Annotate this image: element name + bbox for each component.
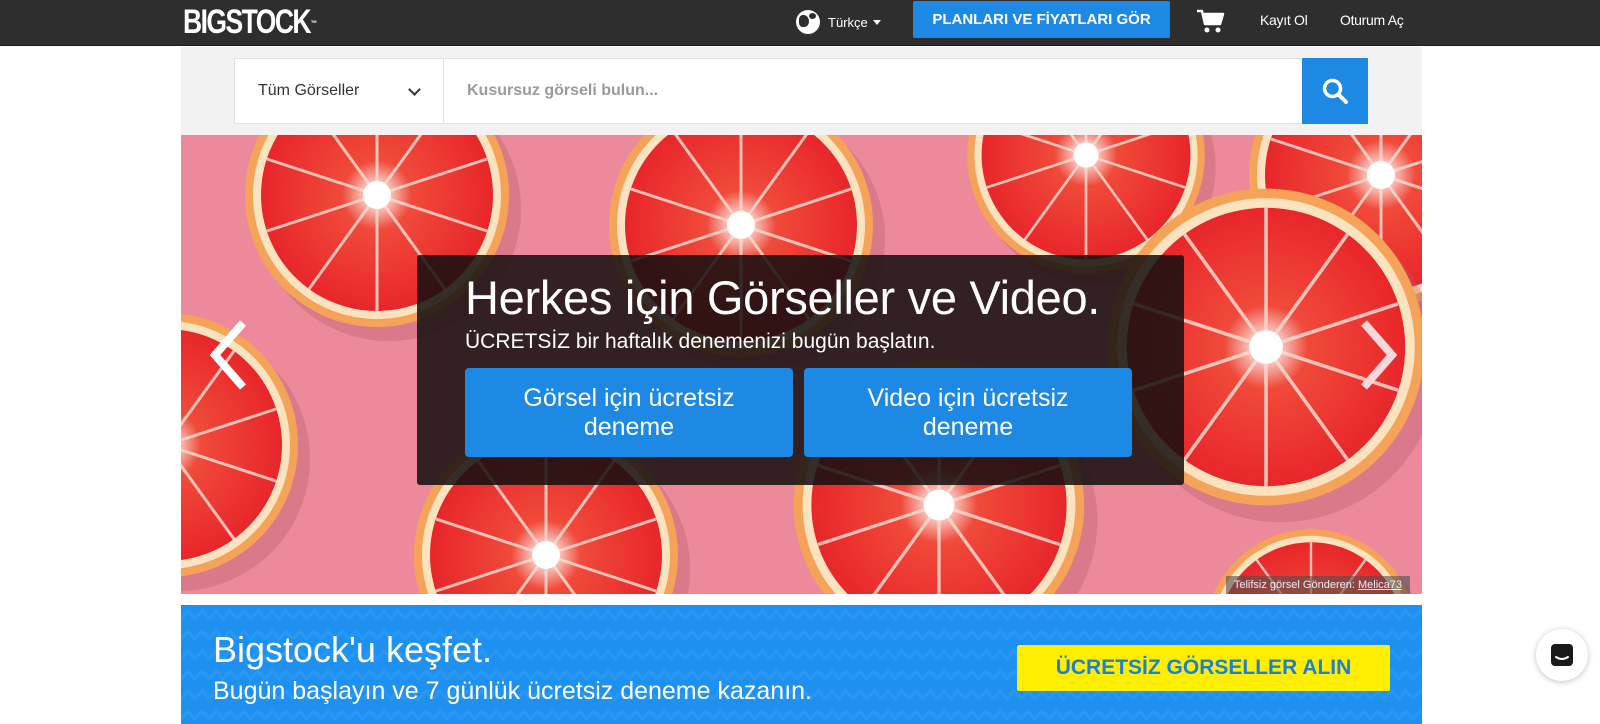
logo-trademark: ™ xyxy=(310,19,318,28)
search-button[interactable] xyxy=(1302,58,1368,124)
language-selector[interactable]: Türkçe xyxy=(796,10,881,34)
arrow-left-icon[interactable] xyxy=(205,315,255,395)
hero-banner: Herkes için Görseller ve Video. ÜCRETSİZ… xyxy=(181,135,1422,594)
plans-pricing-button[interactable]: PLANLARI VE FİYATLARI GÖR xyxy=(913,1,1170,38)
login-link[interactable]: Oturum Aç xyxy=(1340,12,1404,28)
cart-icon[interactable] xyxy=(1196,8,1226,34)
promo-banner: Bigstock'u keşfet. Bugün başlayın ve 7 g… xyxy=(181,605,1422,724)
search-input[interactable] xyxy=(444,59,1302,123)
language-label: Türkçe xyxy=(828,14,868,30)
caret-down-icon xyxy=(872,19,881,25)
promo-title: Bigstock'u keşfet. xyxy=(213,629,492,670)
globe-icon xyxy=(796,10,820,34)
category-select[interactable]: Tüm Görseller xyxy=(235,59,444,123)
image-credit: Telifsiz görsel Gönderen: Melica73 xyxy=(1225,576,1410,594)
image-credit-author-link[interactable]: Melica73 xyxy=(1358,579,1402,591)
signup-link[interactable]: Kayıt Ol xyxy=(1260,12,1308,28)
hero-callout: Herkes için Görseller ve Video. ÜCRETSİZ… xyxy=(417,255,1184,485)
chat-launcher-button[interactable] xyxy=(1536,629,1588,681)
hero-subtitle: ÜCRETSİZ bir haftalık denemenizi bugün b… xyxy=(465,330,936,353)
image-credit-text: Telifsiz görsel Gönderen: xyxy=(1233,579,1355,591)
logo-text: BIGSTOCK xyxy=(183,3,312,41)
image-trial-button[interactable]: Görsel için ücretsiz deneme xyxy=(465,368,793,457)
category-select-label: Tüm Görseller xyxy=(258,82,360,99)
arrow-right-icon[interactable] xyxy=(1352,315,1402,395)
chevron-down-icon xyxy=(408,82,421,96)
search-bar: Tüm Görseller xyxy=(234,58,1368,124)
hero-title: Herkes için Görseller ve Video. xyxy=(465,271,1101,324)
top-navbar: BIGSTOCK™ Türkçe PLANLARI VE FİYATLARI G… xyxy=(0,0,1600,46)
bigstock-logo[interactable]: BIGSTOCK™ xyxy=(183,3,318,41)
hero-buttons: Görsel için ücretsiz deneme Video için ü… xyxy=(465,368,1136,457)
search-icon xyxy=(1322,78,1348,104)
video-trial-button[interactable]: Video için ücretsiz deneme xyxy=(804,368,1132,457)
promo-subtitle: Bugün başlayın ve 7 günlük ücretsiz dene… xyxy=(213,677,812,705)
free-images-button[interactable]: ÜCRETSİZ GÖRSELLER ALIN xyxy=(1017,645,1390,691)
chat-icon xyxy=(1551,644,1573,666)
